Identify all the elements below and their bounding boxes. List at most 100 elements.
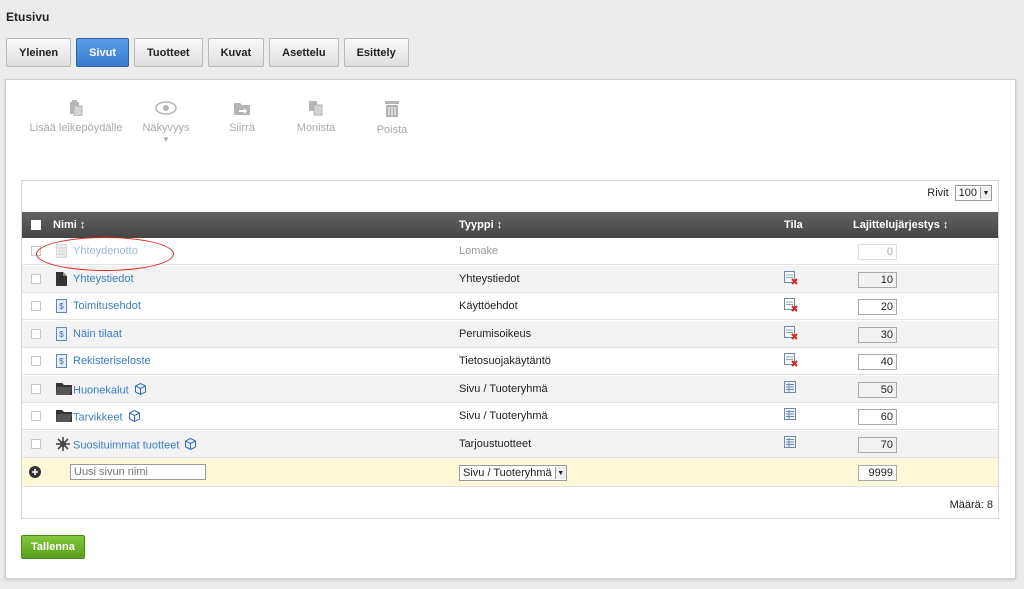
hidden-status-icon[interactable] (784, 353, 798, 370)
page-name-link[interactable]: Yhteystiedot (73, 273, 134, 285)
text-page-icon: $ (56, 326, 67, 344)
tab-sivut[interactable]: Sivut (76, 38, 130, 67)
content-panel: Lisää leikepöydälle Näkyvyys ▼ Siirrä Mo… (5, 79, 1016, 579)
new-page-name-input[interactable] (70, 464, 206, 480)
add-icon[interactable] (29, 466, 41, 478)
product-group-icon[interactable] (134, 382, 146, 398)
sort-order-input[interactable]: 60 (858, 409, 897, 425)
sort-order-input[interactable]: 40 (858, 354, 897, 370)
chevron-down-icon: ▼ (162, 135, 170, 144)
visible-status-icon[interactable] (784, 435, 797, 452)
visibility-label: Näkyvyys (142, 122, 190, 134)
trash-icon (385, 101, 399, 117)
product-group-icon[interactable] (185, 437, 197, 453)
row-checkbox[interactable] (31, 411, 41, 421)
star-burst-icon (56, 436, 70, 454)
table-row: Huonekalut Sivu / Tuoteryhmä 50 (22, 375, 998, 403)
text-page-icon: $ (56, 354, 67, 371)
page-type: Sivu / Tuoteryhmä (459, 410, 548, 422)
visibility-dropdown[interactable]: Näkyvyys ▼ (138, 100, 194, 144)
page-name-link[interactable]: Huonekalut (73, 382, 146, 398)
table-row: $ Näin tilaat Perumisoikeus 30 (22, 320, 998, 348)
folder-icon (56, 382, 72, 398)
row-checkbox[interactable] (31, 273, 41, 284)
new-page-order-input[interactable]: 9999 (858, 465, 897, 481)
page-name-link[interactable]: Näin tilaat (73, 328, 122, 340)
text-page-icon: $ (56, 299, 67, 316)
page-name-link[interactable]: Tarvikkeet (73, 409, 140, 425)
tab-esittely[interactable]: Esittely (343, 38, 409, 67)
table-row: Yhteystiedot Yhteystiedot 10 (22, 265, 998, 293)
page-name-link[interactable]: Rekisteriseloste (73, 355, 151, 367)
visible-status-icon[interactable] (784, 380, 797, 397)
sort-order-input: 0 (858, 244, 897, 260)
sort-order-input[interactable]: 70 (858, 436, 897, 453)
move-label: Siirrä (229, 122, 255, 134)
folder-icon (56, 409, 72, 425)
column-header-order[interactable]: Lajittelujärjestys ↕ (853, 219, 948, 231)
page-type: Käyttöehdot (459, 300, 518, 312)
page-type: Perumisoikeus (459, 327, 532, 340)
move-folder-icon (234, 103, 250, 115)
sort-icon: ↕ (79, 219, 86, 231)
save-button[interactable]: Tallenna (21, 535, 85, 559)
product-group-icon[interactable] (128, 409, 140, 425)
row-checkbox[interactable] (31, 356, 41, 366)
breadcrumb: Etusivu (6, 10, 50, 24)
page-icon (56, 271, 67, 289)
page-type: Tarjoustuotteet (459, 437, 532, 450)
page-type: Lomake (459, 245, 499, 257)
tab-tuotteet[interactable]: Tuotteet (134, 38, 203, 67)
rows-value: 100 (958, 187, 977, 199)
highlight-annotation (36, 237, 174, 271)
duplicate-button[interactable]: Monista (294, 100, 338, 134)
sort-order-input[interactable]: 50 (858, 381, 897, 398)
column-header-type[interactable]: Tyyppi ↕ (459, 219, 502, 231)
page-type: Sivu / Tuoteryhmä (459, 382, 548, 395)
rows-per-page: Rivit 100 ▼ (927, 185, 992, 201)
sort-icon: ↕ (942, 219, 949, 231)
column-header-status: Tila (784, 219, 803, 231)
hidden-status-icon[interactable] (784, 298, 798, 315)
clipboard-icon (70, 100, 83, 116)
delete-button[interactable]: Poista (370, 100, 414, 136)
table-header: Nimi ↕ Tyyppi ↕ Tila Lajittelujärjestys … (22, 212, 998, 238)
hidden-status-icon[interactable] (784, 270, 798, 288)
move-button[interactable]: Siirrä (218, 100, 266, 134)
new-page-type-value: Sivu / Tuoteryhmä (463, 467, 552, 479)
svg-text:$: $ (59, 302, 64, 311)
svg-text:$: $ (59, 330, 64, 339)
new-page-row: Sivu / Tuoteryhmä ▼ 9999 (22, 458, 998, 487)
tab-yleinen[interactable]: Yleinen (6, 38, 72, 67)
sort-order-input[interactable]: 20 (858, 299, 897, 315)
chevron-down-icon: ▼ (980, 187, 991, 199)
table-row: $ Toimitusehdot Käyttöehdot 20 (22, 293, 998, 320)
table-row: Tarvikkeet Sivu / Tuoteryhmä 60 (22, 403, 998, 430)
rows-per-page-select[interactable]: 100 ▼ (954, 185, 992, 201)
row-checkbox[interactable] (31, 383, 41, 394)
page-name-link[interactable]: Suosituimmat tuotteet (73, 437, 197, 453)
svg-text:$: $ (59, 357, 64, 366)
table-row: $ Rekisteriseloste Tietosuojakäytäntö 40 (22, 348, 998, 375)
paste-to-clipboard-button[interactable]: Lisää leikepöydälle (26, 100, 126, 134)
sort-order-input[interactable]: 10 (858, 271, 897, 288)
chevron-down-icon: ▼ (554, 467, 566, 479)
hidden-status-icon[interactable] (784, 325, 798, 343)
select-all-checkbox[interactable] (31, 220, 41, 230)
delete-label: Poista (376, 124, 408, 136)
tab-asettelu[interactable]: Asettelu (269, 38, 339, 67)
tab-kuvat[interactable]: Kuvat (207, 38, 265, 67)
pages-grid: Rivit 100 ▼ Nimi ↕ Tyyppi ↕ Tila Lajitte… (21, 180, 999, 519)
page-name-link[interactable]: Toimitusehdot (73, 300, 141, 312)
paste-label: Lisää leikepöydälle (29, 122, 123, 134)
row-checkbox[interactable] (31, 328, 41, 339)
copy-icon (309, 101, 323, 116)
new-page-type-select[interactable]: Sivu / Tuoteryhmä ▼ (459, 465, 567, 481)
row-checkbox[interactable] (31, 301, 41, 311)
copy-label: Monista (296, 122, 336, 134)
page-type: Tietosuojakäytäntö (459, 355, 551, 367)
column-header-name[interactable]: Nimi ↕ (53, 219, 85, 231)
sort-order-input[interactable]: 30 (858, 326, 897, 343)
visible-status-icon[interactable] (784, 408, 797, 424)
row-checkbox[interactable] (31, 438, 41, 449)
